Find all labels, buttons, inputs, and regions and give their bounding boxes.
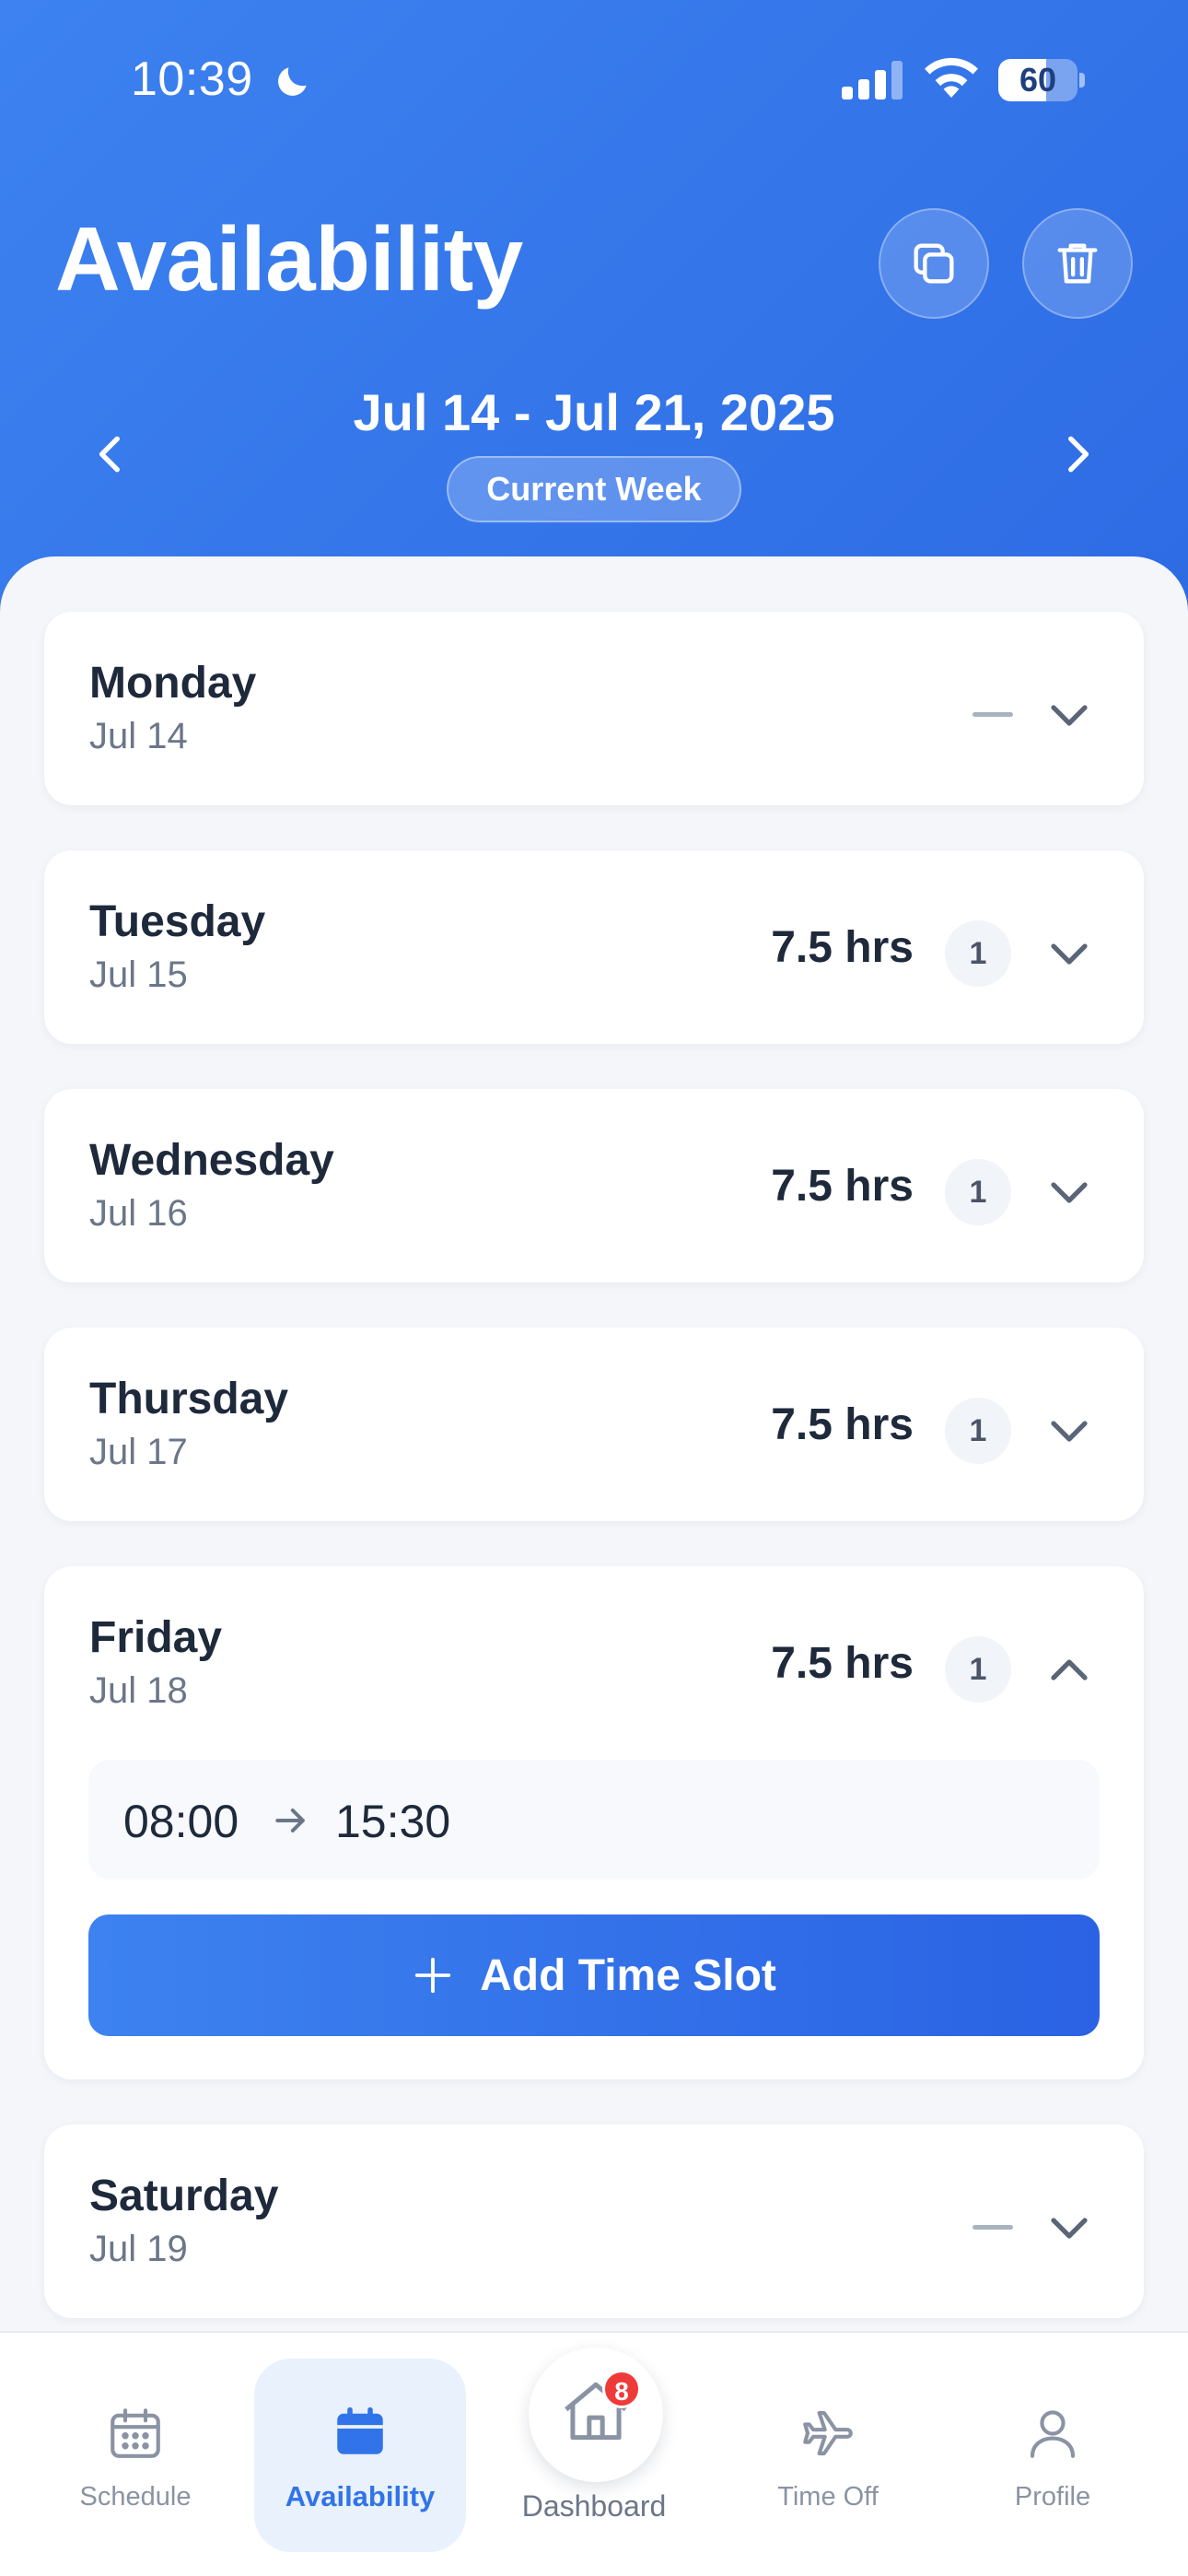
week-range: Jul 14 - Jul 21, 2025 — [353, 383, 835, 441]
battery-body: 60 — [998, 59, 1077, 101]
slot-count-badge: 1 — [945, 1398, 1011, 1464]
slot-start-time: 08:00 — [123, 1796, 239, 1847]
chevron-down-icon[interactable] — [1046, 1174, 1092, 1211]
status-time: 10:39 — [131, 53, 253, 106]
copy-week-button[interactable] — [879, 208, 989, 319]
battery-indicator: 60 — [998, 59, 1085, 101]
tab-label: Schedule — [79, 2482, 192, 2512]
day-card-friday[interactable]: Friday Jul 18 7.5 hrs 1 08:00 15:30 Add … — [44, 1566, 1144, 2079]
day-name: Friday — [89, 1613, 223, 1662]
notification-badge: 8 — [602, 2370, 641, 2408]
battery-level: 60 — [1019, 61, 1057, 99]
user-icon — [1030, 2410, 1076, 2458]
current-week-badge[interactable]: Current Week — [447, 456, 741, 522]
battery-tip — [1079, 73, 1085, 88]
slot-count-badge: 1 — [945, 1636, 1011, 1703]
airplane-icon — [803, 2410, 853, 2456]
day-hours: 7.5 hrs — [771, 923, 914, 972]
day-name: Wednesday — [89, 1136, 334, 1185]
no-availability-dash — [973, 712, 1013, 717]
day-card-monday[interactable]: Monday Jul 14 — [44, 612, 1144, 805]
trash-icon — [1057, 243, 1098, 284]
tab-dashboard-label: Dashboard — [521, 2489, 667, 2523]
day-name: Saturday — [89, 2172, 279, 2220]
day-hours: 7.5 hrs — [771, 1400, 914, 1449]
page-title: Availability — [55, 208, 523, 310]
calendar-grid-icon — [111, 2408, 160, 2458]
slot-end-time: 15:30 — [335, 1796, 451, 1847]
day-date: Jul 14 — [89, 716, 188, 756]
header: 10:39 60 Availability Jul 14 - Jul 21, 2… — [0, 0, 1188, 645]
chevron-down-icon[interactable] — [1046, 697, 1092, 733]
day-date: Jul 17 — [89, 1432, 188, 1472]
copy-icon — [914, 243, 954, 284]
tab-label: Time Off — [777, 2482, 879, 2512]
tab-availability[interactable]: Availability — [254, 2359, 466, 2552]
wifi-icon — [925, 57, 978, 98]
day-name: Monday — [89, 659, 257, 708]
calendar-icon — [337, 2406, 383, 2454]
tab-schedule[interactable]: Schedule — [41, 2360, 230, 2554]
day-date: Jul 19 — [89, 2229, 188, 2269]
day-card-thursday[interactable]: Thursday Jul 17 7.5 hrs 1 — [44, 1328, 1144, 1521]
day-hours: 7.5 hrs — [771, 1639, 914, 1688]
tab-label: Availability — [285, 2480, 436, 2512]
time-slot-row[interactable]: 08:00 15:30 — [88, 1760, 1100, 1879]
add-time-slot-button[interactable]: Add Time Slot — [88, 1914, 1100, 2036]
chevron-down-icon[interactable] — [1046, 935, 1092, 972]
slot-count-badge: 1 — [945, 1159, 1011, 1225]
arrow-right-icon — [275, 1808, 305, 1833]
tab-label: Profile — [1014, 2482, 1091, 2512]
app-screen: 10:39 60 Availability Jul 14 - Jul 21, 2… — [0, 0, 1188, 2576]
slot-count-badge: 1 — [945, 920, 1011, 987]
day-hours: 7.5 hrs — [771, 1162, 914, 1211]
no-availability-dash — [973, 2225, 1013, 2230]
day-date: Jul 16 — [89, 1193, 188, 1234]
chevron-down-icon[interactable] — [1046, 2209, 1092, 2246]
next-week-button[interactable] — [1044, 422, 1109, 486]
status-bar: 10:39 60 — [0, 0, 1188, 166]
add-time-slot-label: Add Time Slot — [480, 1950, 776, 2000]
plus-icon — [414, 1957, 451, 1994]
previous-week-button[interactable] — [79, 422, 144, 486]
day-date: Jul 15 — [89, 954, 188, 995]
delete-week-button[interactable] — [1022, 208, 1133, 319]
chevron-up-icon[interactable] — [1046, 1651, 1092, 1688]
day-name: Tuesday — [89, 897, 266, 946]
day-card-wednesday[interactable]: Wednesday Jul 16 7.5 hrs 1 — [44, 1089, 1144, 1282]
chevron-left-icon — [99, 436, 120, 473]
day-date: Jul 18 — [89, 1670, 188, 1711]
day-name: Thursday — [89, 1375, 289, 1423]
cellular-signal-icon — [842, 61, 903, 100]
chevron-right-icon — [1068, 436, 1089, 473]
chevron-down-icon[interactable] — [1046, 1412, 1092, 1449]
tab-dashboard[interactable]: 8 — [529, 2348, 663, 2482]
tab-profile[interactable]: Profile — [958, 2360, 1147, 2554]
day-card-saturday[interactable]: Saturday Jul 19 — [44, 2125, 1144, 2318]
day-card-tuesday[interactable]: Tuesday Jul 15 7.5 hrs 1 — [44, 850, 1144, 1044]
tab-time-off[interactable]: Time Off — [729, 2360, 926, 2554]
moon-icon — [278, 67, 307, 96]
